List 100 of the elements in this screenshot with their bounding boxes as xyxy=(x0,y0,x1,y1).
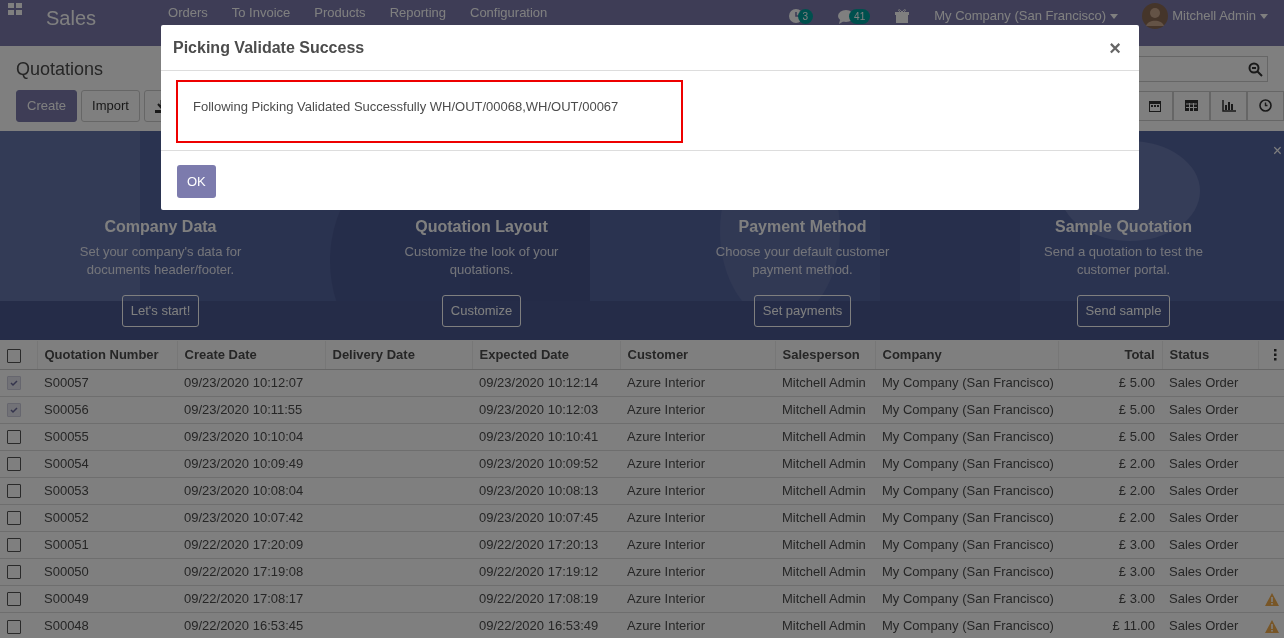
menu-item[interactable]: Products xyxy=(314,3,366,23)
table-cell: Azure Interior xyxy=(620,369,775,396)
table-cell: Mitchell Admin xyxy=(775,369,875,396)
search-icon[interactable] xyxy=(1248,61,1263,77)
select-all-checkbox[interactable] xyxy=(7,348,21,363)
avatar-icon xyxy=(1142,3,1169,29)
table-cell: My Company (San Francisco) xyxy=(875,531,1058,558)
bar-chart-icon xyxy=(1221,99,1236,112)
table-cell: Mitchell Admin xyxy=(775,423,875,450)
column-header[interactable]: Quotation Number xyxy=(37,341,177,369)
table-cell: 09/22/2020 17:19:08 xyxy=(177,558,325,585)
column-header[interactable]: Create Date xyxy=(177,341,325,369)
table-cell: Azure Interior xyxy=(620,477,775,504)
caret-icon xyxy=(1260,13,1268,19)
column-header[interactable]: Expected Date xyxy=(472,341,620,369)
table-cell: 09/23/2020 10:11:55 xyxy=(177,396,325,423)
table-cell: Sales Order xyxy=(1162,558,1258,585)
company-switcher[interactable]: My Company (San Francisco) xyxy=(934,6,1107,26)
row-checkbox[interactable] xyxy=(7,457,21,472)
table-cell: Mitchell Admin xyxy=(775,531,875,558)
message-text: Following Picking Validated Successfully WH/OUT/00068,WH/OUT/00067 xyxy=(176,80,683,143)
table-cell: £ 3.00 xyxy=(1058,531,1162,558)
table-cell: Mitchell Admin xyxy=(775,450,875,477)
table-cell: Sales Order xyxy=(1162,369,1258,396)
pivot-view-button[interactable] xyxy=(1173,90,1210,121)
table-cell: My Company (San Francisco) xyxy=(875,504,1058,531)
table-cell: 09/23/2020 10:12:14 xyxy=(472,369,620,396)
menu-item[interactable]: Reporting xyxy=(389,3,446,23)
table-icon xyxy=(1185,100,1198,112)
row-checkbox[interactable] xyxy=(7,511,21,526)
column-header[interactable]: Salesperson xyxy=(775,341,875,369)
table-cell: Azure Interior xyxy=(620,558,775,585)
table-cell: S00050 xyxy=(37,558,177,585)
table-cell: S00051 xyxy=(37,531,177,558)
calendar-icon xyxy=(1148,99,1161,113)
column-header[interactable]: Total xyxy=(1058,341,1162,369)
table-cell: Sales Order xyxy=(1162,612,1258,638)
table-cell: 09/22/2020 17:20:13 xyxy=(472,531,620,558)
step-button[interactable]: Send sample xyxy=(1076,295,1171,327)
table-cell: 09/22/2020 17:08:17 xyxy=(177,585,325,612)
table-cell: My Company (San Francisco) xyxy=(875,585,1058,612)
step-description: Choose your default customer payment method. xyxy=(714,243,891,279)
row-checkbox[interactable] xyxy=(7,592,21,607)
table-cell: Mitchell Admin xyxy=(775,585,875,612)
import-button[interactable]: Import xyxy=(81,90,140,122)
table-cell: Sales Order xyxy=(1162,396,1258,423)
menu-item[interactable]: Configuration xyxy=(470,3,548,23)
row-checkbox[interactable] xyxy=(7,484,21,499)
row-checkbox[interactable] xyxy=(7,538,21,553)
activity-view-button[interactable] xyxy=(1247,90,1284,121)
graph-view-button[interactable] xyxy=(1210,90,1247,121)
table-cell: Sales Order xyxy=(1162,423,1258,450)
user-menu[interactable]: Mitchell Admin xyxy=(1172,6,1256,26)
column-header[interactable]: Customer xyxy=(620,341,775,369)
row-checkbox[interactable] xyxy=(7,430,21,445)
table-cell: Mitchell Admin xyxy=(775,558,875,585)
step-title: Payment Method xyxy=(738,217,867,237)
column-header[interactable]: Company xyxy=(875,341,1058,369)
table-cell: £ 11.00 xyxy=(1058,612,1162,638)
close-icon[interactable]: × xyxy=(1272,139,1282,163)
table-cell: 09/23/2020 10:10:41 xyxy=(472,423,620,450)
table-cell: Sales Order xyxy=(1162,585,1258,612)
table-cell: Mitchell Admin xyxy=(775,612,875,638)
table-cell: S00054 xyxy=(37,450,177,477)
ok-button[interactable]: OK xyxy=(177,164,216,198)
step-button[interactable]: Set payments xyxy=(753,295,852,327)
step-button[interactable]: Customize xyxy=(441,295,522,327)
table-cell: Azure Interior xyxy=(620,612,775,638)
more-options-icon[interactable] xyxy=(1272,348,1277,361)
table-cell: Azure Interior xyxy=(620,396,775,423)
table-cell: £ 5.00 xyxy=(1058,369,1162,396)
table-cell: My Company (San Francisco) xyxy=(875,477,1058,504)
table-cell: 09/22/2020 16:53:45 xyxy=(177,612,325,638)
table-cell: 09/22/2020 17:20:09 xyxy=(177,531,325,558)
table-cell: My Company (San Francisco) xyxy=(875,558,1058,585)
gift-icon[interactable] xyxy=(894,8,911,24)
table-cell: 09/23/2020 10:09:52 xyxy=(472,450,620,477)
table-cell: 09/22/2020 17:19:12 xyxy=(472,558,620,585)
apps-menu-icon[interactable] xyxy=(8,3,22,15)
app-name: Sales xyxy=(46,6,97,31)
step-description: Send a quotation to test the customer portal. xyxy=(1043,243,1204,279)
menu-item[interactable]: To Invoice xyxy=(231,3,291,23)
close-button[interactable]: × xyxy=(1103,37,1127,59)
caret-icon xyxy=(1110,13,1119,19)
table-cell: S00052 xyxy=(37,504,177,531)
table-cell: 09/23/2020 10:07:45 xyxy=(472,504,620,531)
table-cell: My Company (San Francisco) xyxy=(875,423,1058,450)
table-cell: £ 2.00 xyxy=(1058,477,1162,504)
table-cell: 09/23/2020 10:12:07 xyxy=(177,369,325,396)
column-header[interactable]: Delivery Date xyxy=(325,341,472,369)
table-cell: S00048 xyxy=(37,612,177,638)
row-checkbox[interactable] xyxy=(7,565,21,580)
step-button[interactable]: Let's start! xyxy=(121,295,200,327)
column-header[interactable]: Status xyxy=(1162,341,1258,369)
menu-item[interactable]: Orders xyxy=(168,3,208,23)
table-cell: Sales Order xyxy=(1162,450,1258,477)
create-button[interactable]: Create xyxy=(16,90,78,122)
row-checkbox[interactable] xyxy=(7,619,21,634)
table-cell: Mitchell Admin xyxy=(775,477,875,504)
table-cell: Azure Interior xyxy=(620,423,775,450)
